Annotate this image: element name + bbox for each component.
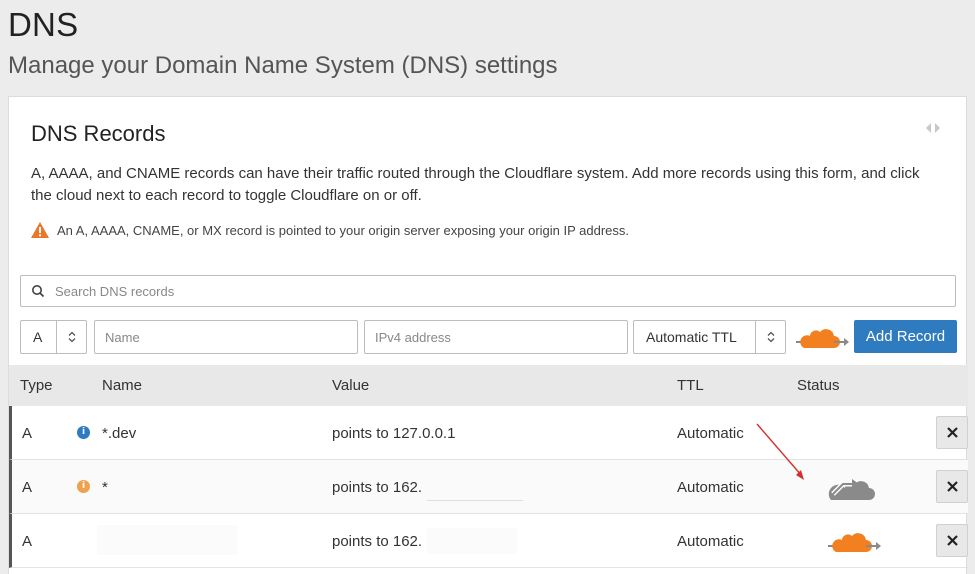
search-input[interactable] (53, 282, 955, 300)
add-record-form: A Automatic TTL Add Record (20, 320, 957, 354)
redacted-area (427, 474, 523, 501)
table-row: A i *.dev points to 127.0.0.1 Automatic (9, 406, 968, 460)
table-row: A points to 162. Automatic (9, 514, 968, 568)
select-stepper-icon (56, 321, 86, 353)
record-name[interactable]: * (102, 479, 108, 496)
page-subtitle: Manage your Domain Name System (DNS) set… (8, 52, 558, 79)
table-row: A i * points to 162. Automatic (9, 460, 968, 514)
expand-icon[interactable] (926, 123, 940, 133)
add-record-button[interactable]: Add Record (854, 320, 957, 353)
column-header-value: Value (332, 377, 370, 394)
warning-text: An A, AAAA, CNAME, or MX record is point… (57, 222, 630, 238)
redacted-area (97, 525, 237, 555)
ttl-select[interactable]: Automatic TTL (633, 320, 786, 354)
record-value[interactable]: points to 127.0.0.1 (332, 425, 455, 442)
record-type-select[interactable]: A (20, 320, 87, 354)
column-header-ttl: TTL (677, 377, 704, 394)
page-title: DNS (8, 6, 79, 43)
record-ttl[interactable]: Automatic (677, 533, 744, 550)
info-icon[interactable]: i (77, 480, 90, 493)
redacted-area (427, 528, 517, 554)
close-icon (946, 535, 958, 546)
delete-record-button[interactable] (936, 416, 968, 449)
record-type: A (22, 425, 33, 442)
proxied-cloud-icon[interactable] (826, 528, 882, 554)
column-header-type: Type (20, 377, 53, 394)
record-ttl[interactable]: Automatic (677, 479, 744, 496)
delete-record-button[interactable] (936, 524, 968, 557)
delete-record-button[interactable] (936, 470, 968, 503)
column-header-status: Status (797, 377, 840, 394)
table-header: Type Name Value TTL Status (9, 365, 968, 406)
ttl-value: Automatic TTL (646, 329, 737, 345)
record-type: A (22, 479, 33, 496)
proxy-cloud-toggle-icon[interactable] (794, 324, 850, 350)
close-icon (946, 481, 958, 492)
record-value[interactable]: points to 162. (332, 479, 422, 496)
search-box (20, 275, 956, 307)
warning-notice: An A, AAAA, CNAME, or MX record is point… (31, 222, 629, 238)
column-header-name: Name (102, 377, 143, 394)
dns-records-table: Type Name Value TTL Status A i *.dev poi… (9, 365, 968, 568)
record-value[interactable]: points to 162. (332, 533, 422, 550)
ipv4-input[interactable] (364, 320, 628, 354)
card-description: A, AAAA, and CNAME records can have thei… (31, 165, 920, 204)
record-type: A (22, 533, 33, 550)
dns-records-card: DNS Records A, AAAA, and CNAME records c… (8, 96, 968, 574)
record-ttl[interactable]: Automatic (677, 425, 744, 442)
warning-icon (31, 222, 49, 238)
record-name[interactable]: *.dev (102, 425, 136, 442)
card-title: DNS Records (31, 121, 166, 146)
close-icon (946, 427, 958, 438)
search-icon (32, 285, 45, 298)
select-stepper-icon (755, 321, 785, 353)
info-icon[interactable]: i (77, 426, 90, 439)
dns-only-cloud-icon[interactable] (827, 474, 877, 502)
record-type-value: A (33, 329, 43, 345)
name-input[interactable] (94, 320, 358, 354)
